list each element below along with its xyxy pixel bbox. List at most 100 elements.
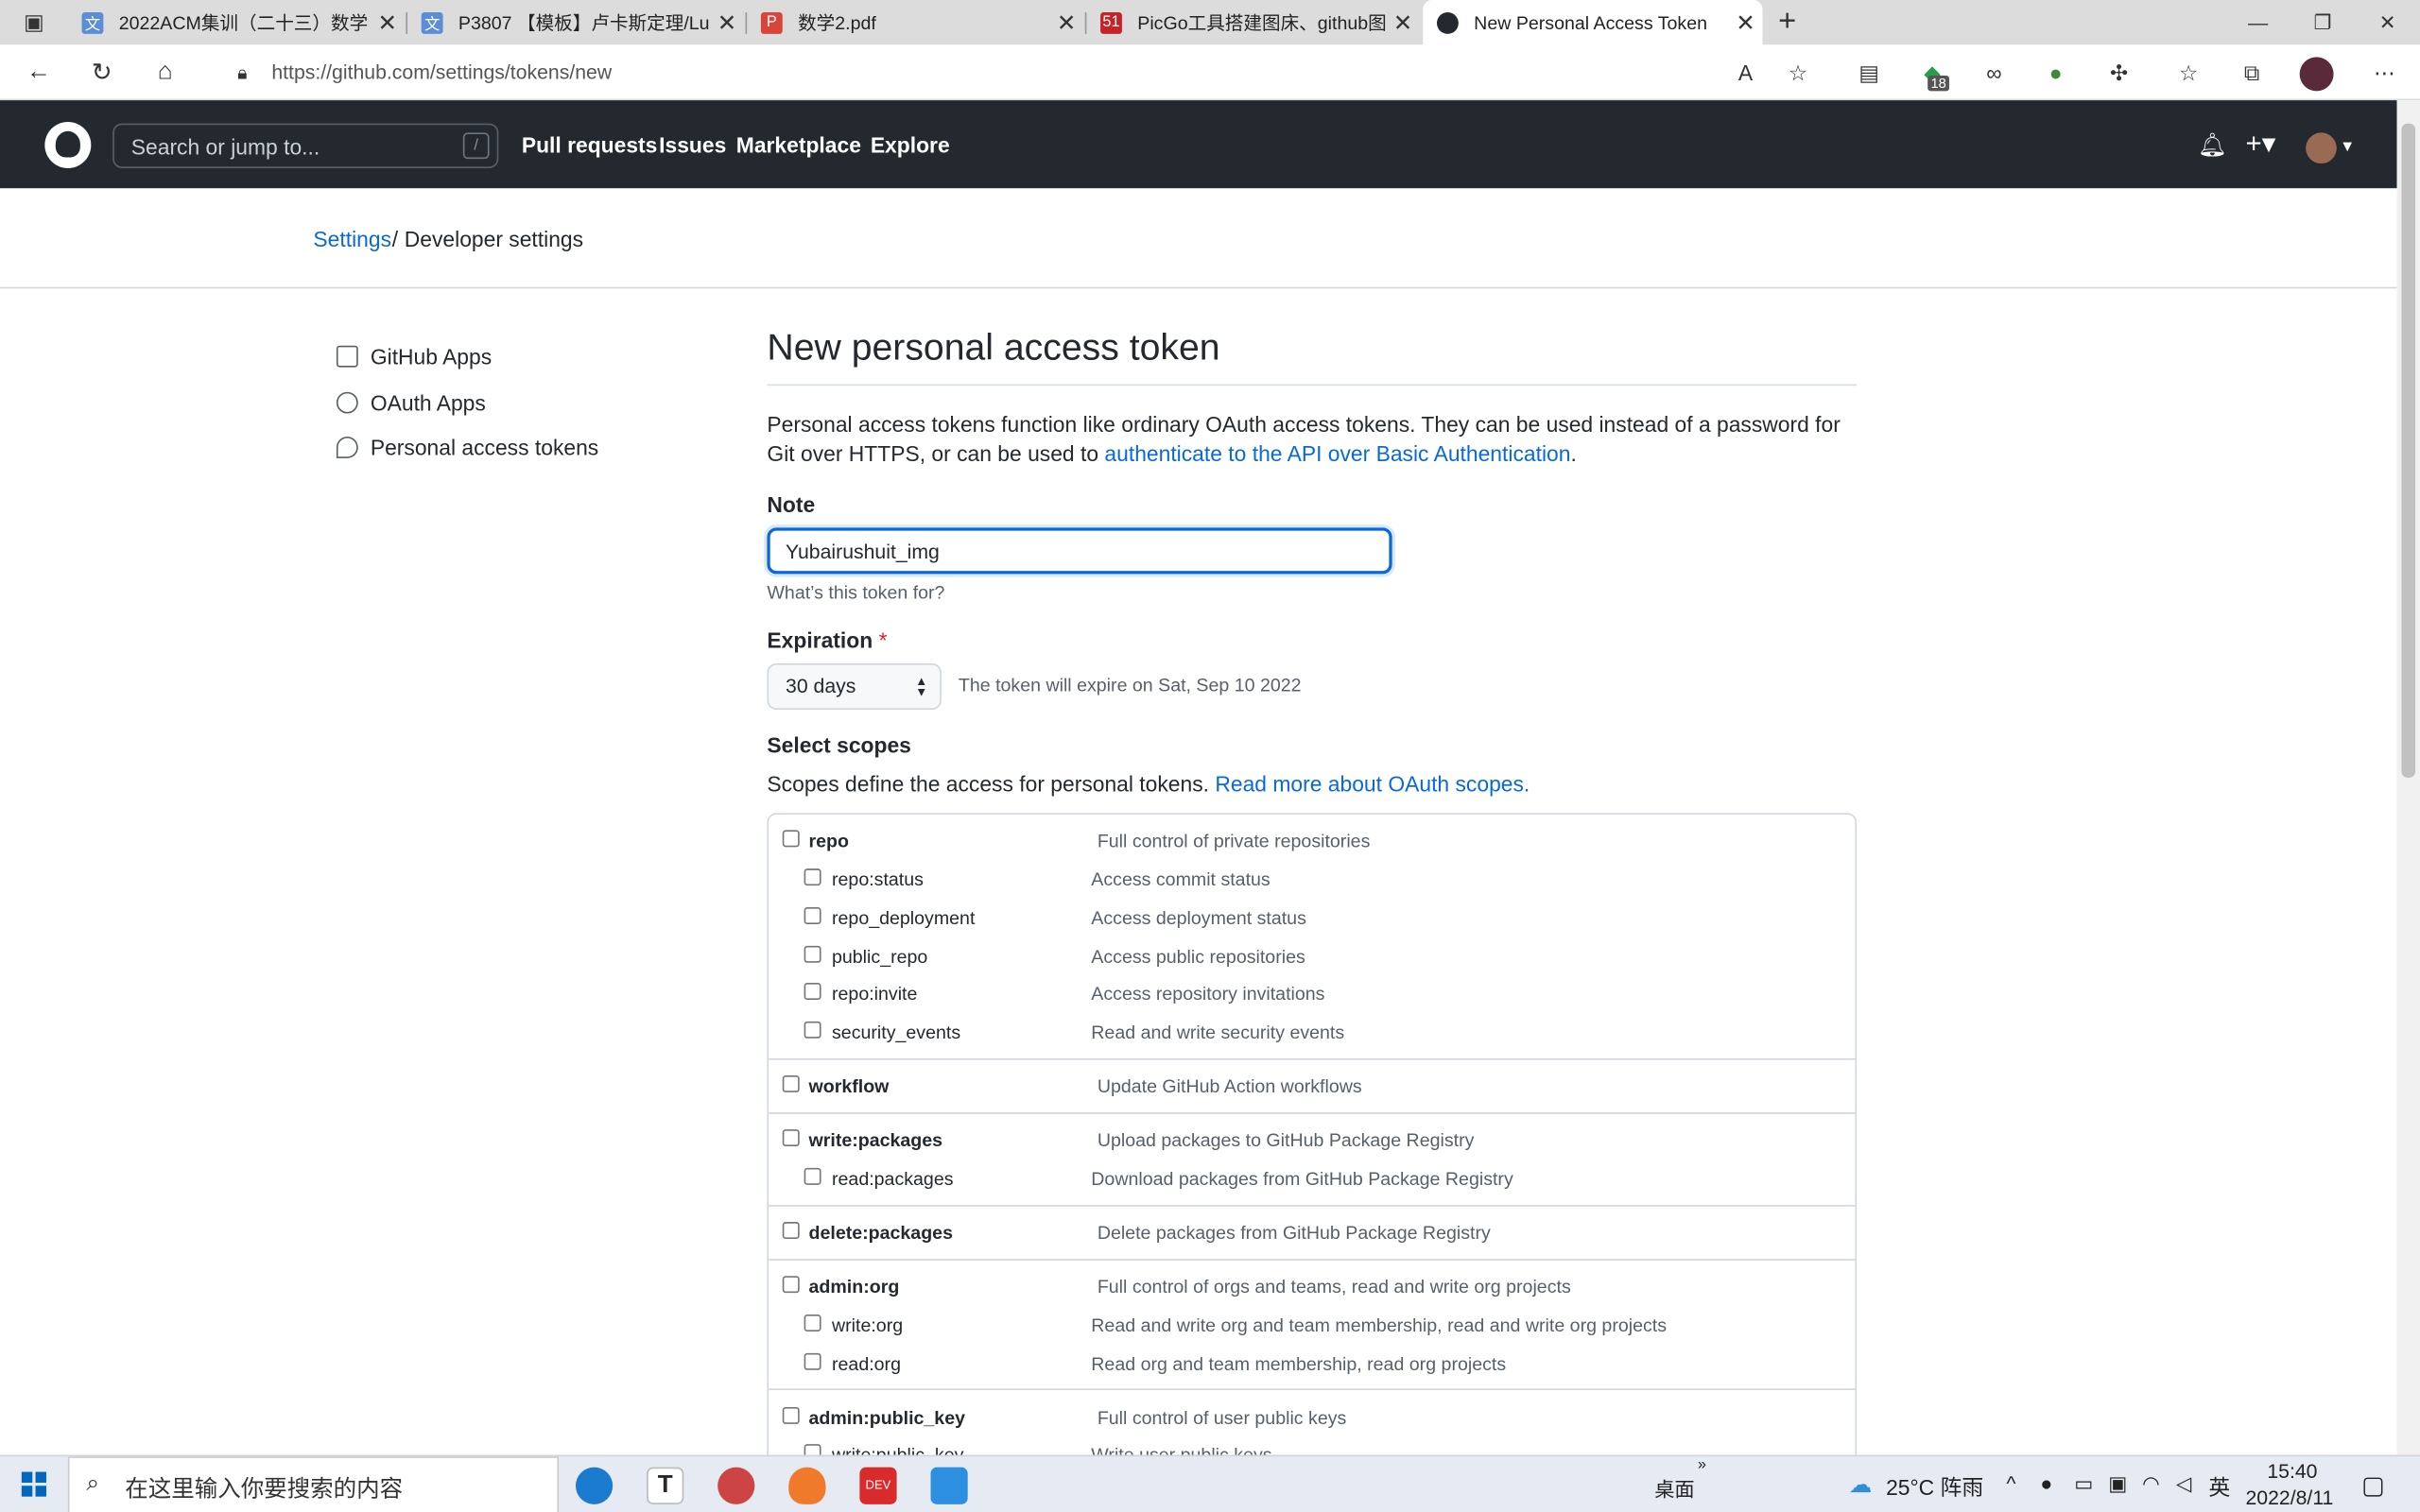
extensions-icon[interactable]: ✣ — [2103, 57, 2135, 88]
scope-checkbox-admin-public-key[interactable] — [782, 1406, 800, 1424]
chevron-down-icon[interactable]: ▼ — [2340, 139, 2355, 156]
favorites-icon[interactable]: ☆ — [2173, 57, 2204, 88]
url-field[interactable]: https://github.com/settings/tokens/new — [271, 60, 612, 83]
browser-tab[interactable]: 文 P3807 【模板】卢卡斯定理/Luca ✕ — [407, 0, 744, 44]
typora-icon[interactable]: T — [647, 1467, 684, 1504]
more-icon[interactable]: ⋯ — [2369, 57, 2400, 88]
note-input[interactable]: Yubairushuit_img — [767, 527, 1392, 575]
input-method-indicator[interactable]: 英 — [2208, 1472, 2230, 1503]
profile-avatar[interactable] — [2299, 57, 2334, 92]
notification-center-icon[interactable]: ▢ — [2361, 1470, 2385, 1502]
scope-checkbox-read-org[interactable] — [804, 1352, 821, 1370]
wifi-icon[interactable]: ◠ — [2142, 1472, 2160, 1497]
expiration-select[interactable]: 30 days ▲ ▼ — [767, 663, 942, 711]
volume-icon[interactable]: ◁ — [2176, 1472, 2191, 1497]
browser-tab[interactable]: 文 2022ACM集训（二十三）数学 - ✕ — [68, 0, 405, 44]
scope-name: repo — [808, 830, 849, 852]
tray-app-icon[interactable]: ● — [2040, 1472, 2052, 1495]
scope-checkbox-repo[interactable] — [782, 830, 800, 848]
scopes-list: repo Full control of private repositorie… — [767, 813, 1858, 1512]
scope-desc: Access deployment status — [1091, 906, 1306, 929]
firefox-icon[interactable] — [788, 1467, 826, 1504]
tab-actions-icon[interactable]: ▣ — [19, 7, 50, 38]
refresh-icon[interactable]: ↻ — [83, 54, 120, 91]
windows-start-icon[interactable] — [21, 1471, 46, 1497]
search-input[interactable]: Search or jump to... / — [112, 123, 499, 168]
scrollbar-thumb[interactable] — [2401, 123, 2416, 778]
browser-tab[interactable]: 51 PicGo工具搭建图床、github图床 ✕ — [1086, 0, 1420, 44]
scope-name: security_events — [831, 1021, 961, 1043]
breadcrumb-separator: / — [391, 226, 399, 252]
basic-auth-link[interactable]: authenticate to the API over Basic Authe… — [1104, 441, 1570, 466]
close-tab-icon[interactable]: ✕ — [371, 9, 405, 37]
nav-pull-requests[interactable]: Pull requests — [522, 132, 658, 157]
close-tab-icon[interactable]: ✕ — [1386, 9, 1420, 37]
collections-icon[interactable]: ▤ — [1854, 57, 1885, 88]
scope-checkbox-public-repo[interactable] — [804, 945, 821, 963]
scope-name: admin:org — [808, 1276, 900, 1298]
favicon-icon: 文 — [81, 11, 104, 34]
home-icon[interactable]: ⌂ — [147, 54, 183, 91]
nav-explore[interactable]: Explore — [871, 132, 950, 157]
add-favorite-icon[interactable]: ☆ — [1783, 57, 1814, 88]
read-aloud-icon[interactable]: A — [1730, 57, 1761, 88]
new-tab-icon[interactable]: + — [1772, 4, 1803, 38]
sidebar-item-personal-access-tokens[interactable]: Personal access tokens — [336, 435, 598, 460]
back-icon[interactable]: ← — [20, 54, 57, 91]
token-description: Personal access tokens function like ord… — [767, 410, 1857, 469]
scope-name: repo:invite — [831, 982, 918, 1005]
sidebar-item-oauth-apps[interactable]: OAuth Apps — [336, 390, 486, 416]
scope-checkbox-write-org[interactable] — [804, 1314, 821, 1332]
globe-extension-icon[interactable]: ● — [2040, 57, 2071, 88]
github-favicon-icon — [1436, 11, 1459, 34]
nav-marketplace[interactable]: Marketplace — [736, 132, 861, 157]
scope-checkbox-workflow[interactable] — [782, 1074, 800, 1092]
tray-display-icon[interactable]: ▣ — [2108, 1472, 2127, 1497]
desktop-toolbar[interactable]: 桌面 — [1654, 1473, 1694, 1503]
sidebar-item-github-apps[interactable]: GitHub Apps — [336, 344, 492, 369]
create-new-plus-icon[interactable]: +▾ — [2246, 129, 2276, 161]
dev-cpp-icon[interactable]: DEV — [859, 1467, 897, 1504]
note-label: Note — [767, 491, 816, 517]
close-tab-icon[interactable]: ✕ — [1049, 9, 1083, 37]
scope-desc: Full control of private repositories — [1097, 830, 1371, 852]
scope-checkbox-repo-status[interactable] — [804, 868, 821, 886]
scope-checkbox-write-packages[interactable] — [782, 1129, 800, 1147]
github-logo-icon[interactable] — [44, 121, 92, 168]
notifications-bell-icon[interactable]: 🔔︎ — [2198, 131, 2227, 159]
paint-icon[interactable] — [930, 1467, 968, 1504]
scope-checkbox-repo-deployment[interactable] — [804, 906, 821, 924]
scope-checkbox-admin-org[interactable] — [782, 1276, 800, 1294]
scope-checkbox-repo-invite[interactable] — [804, 982, 821, 1000]
taskbar-search-placeholder: 在这里输入你要搜索的内容 — [125, 1476, 404, 1503]
taskbar-search-input[interactable]: ⌕ 在这里输入你要搜索的内容 — [67, 1456, 560, 1512]
toolbar-expand-icon[interactable]: » — [1698, 1456, 1706, 1473]
scope-desc: Access public repositories — [1091, 945, 1305, 968]
browser-tab-active[interactable]: New Personal Access Token ✕ — [1423, 0, 1763, 45]
close-tab-icon[interactable]: ✕ — [1729, 9, 1763, 37]
breadcrumb-settings-link[interactable]: Settings — [313, 227, 391, 251]
battery-icon[interactable]: ▭ — [2074, 1472, 2093, 1497]
restore-icon[interactable]: ❐ — [2289, 0, 2357, 44]
oauth-scopes-link[interactable]: Read more about OAuth scopes. — [1215, 771, 1530, 796]
collections-add-icon[interactable]: ⧉ — [2237, 57, 2268, 88]
scope-desc: Delete packages from GitHub Package Regi… — [1097, 1222, 1491, 1244]
close-tab-icon[interactable]: ✕ — [710, 9, 744, 37]
nav-issues[interactable]: Issues — [659, 132, 726, 157]
browser-tab[interactable]: P 数学2.pdf ✕ — [747, 0, 1083, 44]
app-icon[interactable] — [717, 1467, 755, 1504]
edge-browser-icon[interactable] — [575, 1467, 614, 1504]
weather-text[interactable]: 25°C 阵雨 — [1886, 1472, 1983, 1503]
infinity-icon[interactable]: ∞ — [1979, 57, 2010, 88]
key-icon — [336, 437, 358, 458]
minimize-icon[interactable]: — — [2224, 0, 2292, 44]
user-avatar[interactable] — [2306, 132, 2337, 164]
close-window-icon[interactable]: ✕ — [2354, 0, 2420, 44]
scope-checkbox-security-events[interactable] — [804, 1021, 821, 1039]
clock-time[interactable]: 15:40 — [2267, 1459, 2317, 1482]
sidebar-item-label: OAuth Apps — [370, 390, 486, 416]
scope-checkbox-delete-packages[interactable] — [782, 1222, 800, 1240]
scope-checkbox-read-packages[interactable] — [804, 1167, 821, 1185]
clock-date[interactable]: 2022/8/11 — [2246, 1486, 2334, 1508]
show-hidden-icons-icon[interactable]: ^ — [2006, 1472, 2015, 1495]
